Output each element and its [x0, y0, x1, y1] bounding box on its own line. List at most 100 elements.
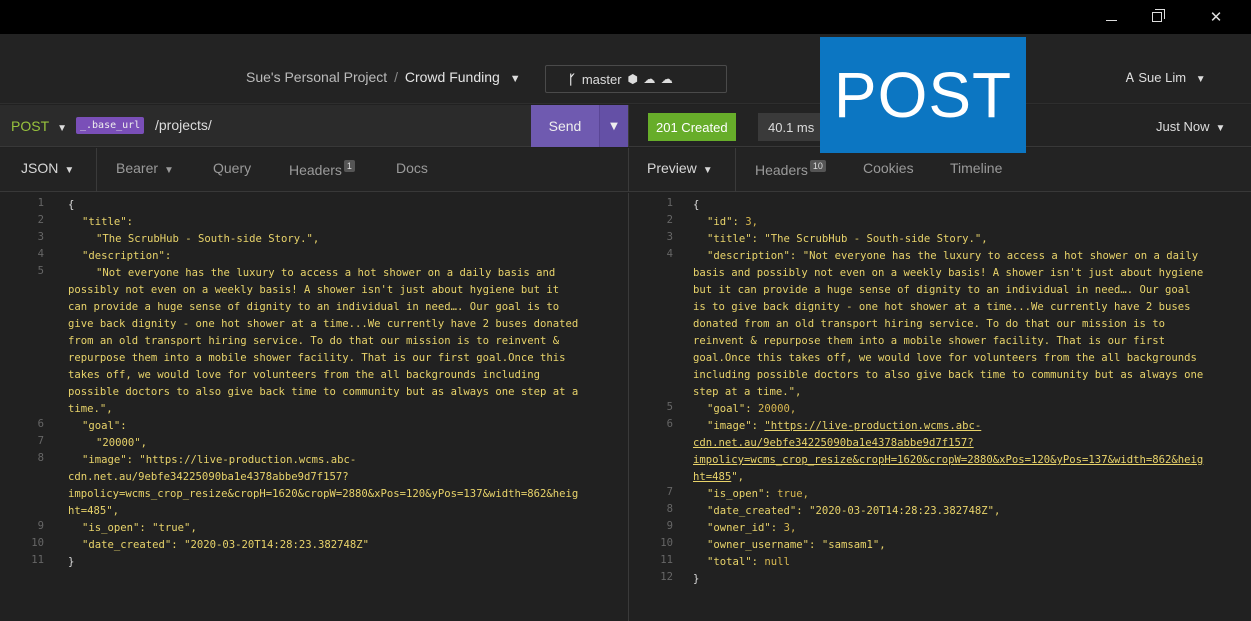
- json-string: "true",: [152, 522, 197, 534]
- image-link[interactable]: "https://live-production.wcms.abc-: [764, 420, 981, 432]
- json-number: 3,: [745, 216, 759, 228]
- tab-response-headers[interactable]: Headers 10: [755, 160, 826, 178]
- line-number: 11: [31, 554, 44, 566]
- line-number: 5: [37, 265, 44, 277]
- headers-count-badge: 1: [343, 160, 355, 172]
- chevron-down-icon: ▼: [1215, 123, 1226, 134]
- json-key: "description":: [707, 250, 797, 262]
- tab-label: Preview: [647, 160, 697, 176]
- tab-label: Headers: [755, 162, 808, 178]
- json-number: 20000,: [758, 403, 797, 415]
- project-name[interactable]: Sue's Personal Project: [246, 69, 387, 85]
- top-bar: Sue's Personal Project / Crowd Funding ▼…: [0, 34, 1251, 104]
- line-number: 8: [666, 503, 673, 515]
- git-branch-icon: ᚴ: [568, 71, 576, 87]
- response-preview[interactable]: 1 { 2 "id": 3, 3 "title": "The ScrubHub …: [628, 193, 1251, 621]
- json-string: ht=485",: [68, 505, 120, 517]
- tab-docs[interactable]: Docs: [396, 160, 428, 176]
- close-icon[interactable]: ✕: [1193, 0, 1239, 34]
- url-path[interactable]: /projects/: [155, 117, 212, 133]
- json-string: including possible doctors to also give …: [693, 369, 1204, 381]
- line-number: 2: [666, 214, 673, 226]
- json-string: "The ScrubHub - South-side Story.",: [764, 233, 988, 245]
- line-number: 9: [37, 520, 44, 532]
- json-key: "is_open":: [707, 488, 771, 500]
- minimize-icon[interactable]: [1088, 0, 1134, 34]
- chevron-down-icon: ▼: [702, 165, 713, 176]
- chevron-down-icon: ▼: [1195, 74, 1206, 85]
- code-text: "total": null: [707, 554, 790, 571]
- json-string: repurpose them into a mobile shower faci…: [68, 352, 566, 364]
- json-string: basis and possibly not even on a weekly …: [693, 267, 1204, 279]
- chevron-down-icon[interactable]: ▼: [510, 73, 521, 85]
- line-number: 7: [37, 435, 44, 447]
- url-bar: POST ▼ _.base_url /projects/ Send ▼: [0, 105, 628, 147]
- json-string: ",: [731, 471, 745, 483]
- json-key: "date_created":: [707, 505, 803, 517]
- line-number: 6: [37, 418, 44, 430]
- post-overlay-label: POST: [820, 37, 1026, 153]
- json-string: "samsam1",: [821, 539, 886, 551]
- branch-name: master: [581, 71, 622, 87]
- chevron-down-icon: ▼: [57, 123, 68, 134]
- send-options-chevron-icon[interactable]: ▼: [599, 105, 628, 147]
- brace: }: [68, 556, 75, 568]
- breadcrumb[interactable]: Sue's Personal Project / Crowd Funding ▼: [246, 69, 521, 85]
- code-text: "owner_username": "samsam1",: [707, 537, 886, 554]
- tab-label: JSON: [21, 160, 59, 176]
- tab-label: Bearer: [116, 160, 159, 176]
- history-dropdown[interactable]: Just Now ▼: [1156, 119, 1225, 134]
- chevron-down-icon: ▼: [64, 165, 75, 176]
- line-number: 10: [31, 537, 44, 549]
- tab-preview[interactable]: Preview ▼: [647, 160, 713, 176]
- request-body-editor[interactable]: 1 { 2 "title": 3 "The ScrubHub - South-s…: [0, 193, 628, 621]
- restore-icon[interactable]: [1134, 0, 1180, 34]
- code-text: ht=485",: [693, 469, 744, 486]
- json-string: possible doctors to also give back time …: [68, 386, 579, 398]
- json-string: "2020-03-20T14:28:23.382748Z": [184, 539, 370, 551]
- method-select[interactable]: POST ▼: [11, 118, 67, 134]
- user-icon: Ꭺ: [1126, 70, 1135, 85]
- line-number: 5: [666, 401, 673, 413]
- image-link[interactable]: cdn.net.au/9ebfe34225090ba1e4378abbe9d7f…: [693, 435, 974, 452]
- tab-query[interactable]: Query: [213, 160, 251, 176]
- code-text: {: [68, 197, 74, 214]
- tab-timeline[interactable]: Timeline: [950, 160, 1002, 176]
- json-string: can provide a huge sense of dignity to a…: [68, 301, 560, 313]
- json-string: "https://live-production.wcms.abc-: [139, 454, 357, 466]
- json-key: "owner_username":: [707, 539, 816, 551]
- window-titlebar: ✕: [0, 0, 1251, 34]
- brace: {: [693, 199, 700, 211]
- json-key: "id":: [707, 216, 739, 228]
- json-string: time.",: [68, 403, 113, 415]
- tab-headers[interactable]: Headers 1: [289, 160, 355, 178]
- workspace-name[interactable]: Crowd Funding: [405, 69, 500, 85]
- user-menu[interactable]: Ꭺ Sue Lim ▼: [1126, 70, 1206, 86]
- line-number: 1: [37, 197, 44, 209]
- code-text: "owner_id": 3,: [707, 520, 796, 537]
- json-string: goal.Once this takes off, we would love …: [693, 352, 1197, 364]
- code-text: "image": "https://live-production.wcms.a…: [707, 418, 981, 435]
- json-number: 3,: [783, 522, 797, 534]
- line-number: 2: [37, 214, 44, 226]
- tab-label: Timeline: [950, 160, 1003, 176]
- json-key: "goal":: [707, 403, 752, 415]
- base-url-tag[interactable]: _.base_url: [76, 117, 145, 134]
- json-string: "2020-03-20T14:28:23.382748Z",: [809, 505, 1001, 517]
- tab-label: Docs: [396, 160, 428, 176]
- tab-cookies[interactable]: Cookies: [863, 160, 914, 176]
- json-string: takes off, we would love for volunteers …: [68, 369, 540, 381]
- code-text: "description": "Not everyone has the lux…: [707, 248, 1198, 265]
- line-number: 4: [666, 248, 673, 260]
- branch-button[interactable]: ᚴ master ⬢ ☁ ☁: [545, 65, 727, 93]
- tab-json[interactable]: JSON ▼: [21, 160, 74, 176]
- image-link[interactable]: ht=485: [693, 471, 731, 483]
- send-button[interactable]: Send: [531, 105, 599, 147]
- request-tabs: JSON ▼ Bearer ▼ Query Headers 1 Docs: [0, 148, 628, 192]
- line-number: 3: [666, 231, 673, 243]
- json-string: possibly not even on a weekly basis! A s…: [68, 284, 560, 296]
- image-link[interactable]: impolicy=wcms_crop_resize&cropH=1620&cro…: [693, 452, 1203, 469]
- tab-bearer[interactable]: Bearer ▼: [116, 160, 174, 176]
- brace: }: [693, 573, 700, 585]
- line-number: 7: [666, 486, 673, 498]
